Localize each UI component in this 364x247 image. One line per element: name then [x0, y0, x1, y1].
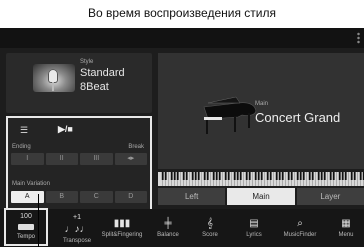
callout-line: [38, 194, 39, 247]
variation-buttons: A B C D: [11, 191, 147, 203]
style-control-panel: ☰ ▶/■ Ending Break I II III ◂▸ Main Vari…: [6, 116, 152, 212]
tab-left[interactable]: Left: [158, 188, 226, 205]
lyrics-label: Lyrics: [246, 232, 262, 238]
caption: Во время воспроизведения стиля: [88, 6, 276, 20]
tempo-label: Tempo: [16, 234, 35, 240]
musicfinder-item[interactable]: ⌕ MusicFinder: [276, 209, 324, 247]
style-image: [33, 64, 75, 92]
balance-icon: ╪: [164, 218, 172, 229]
balance-label: Balance: [157, 232, 179, 238]
ending-button-2[interactable]: II: [45, 153, 78, 165]
style-category: 8Beat: [80, 81, 109, 93]
style-panel[interactable]: Style Standard 8Beat: [6, 53, 152, 113]
bottom-bar: +1 ♩♪♩ Transpose ▮▮▮ Split&Fingering ╪ B…: [0, 209, 364, 247]
lyrics-icon: ▤: [249, 218, 259, 229]
more-icon[interactable]: [357, 32, 360, 44]
voice-panel[interactable]: Main Concert Grand: [158, 53, 364, 169]
variation-button-d[interactable]: D: [114, 191, 147, 203]
variation-button-c[interactable]: C: [80, 191, 113, 203]
voice-name: Concert Grand: [255, 110, 341, 125]
transpose-item[interactable]: +1 ♩♪♩ Transpose: [56, 209, 98, 247]
tab-layer[interactable]: Layer: [296, 188, 364, 205]
musicfinder-icon: ⌕: [297, 218, 303, 229]
ending-buttons: I II III ◂▸: [11, 153, 147, 165]
ending-button-1[interactable]: I: [11, 153, 44, 165]
menu-label: Menu: [338, 232, 354, 238]
lyrics-item[interactable]: ▤ Lyrics: [236, 209, 272, 247]
tab-main[interactable]: Main: [227, 188, 295, 205]
balance-item[interactable]: ╪ Balance: [148, 209, 188, 247]
instrument-screen: Style Standard 8Beat ☰ ▶/■ Ending Break …: [0, 28, 364, 247]
split-icon: ▮▮▮: [113, 218, 131, 229]
split-item[interactable]: ▮▮▮ Split&Fingering: [100, 209, 144, 247]
style-menu-icon[interactable]: ☰: [20, 125, 28, 136]
part-tabs: Left Main Layer: [158, 188, 364, 205]
top-bar: [0, 28, 364, 48]
voice-tag: Main: [255, 101, 269, 107]
break-label: Break: [128, 144, 144, 150]
style-name: Standard: [80, 67, 125, 79]
play-stop-icon[interactable]: ▶/■: [58, 124, 73, 135]
style-tag: Style: [80, 59, 94, 65]
grand-piano-icon: [203, 96, 257, 134]
ending-label: Ending: [12, 144, 31, 150]
tempo-item[interactable]: 100 Tempo: [4, 208, 48, 246]
main-variation-label: Main Variation: [12, 181, 50, 187]
score-label: Score: [202, 232, 218, 238]
keyboard-range-strip: [158, 172, 364, 186]
menu-icon: ▦: [341, 218, 351, 229]
variation-button-b[interactable]: B: [45, 191, 78, 203]
ending-button-3[interactable]: III: [80, 153, 113, 165]
microphone-icon: [48, 69, 58, 83]
musicfinder-label: MusicFinder: [283, 232, 317, 238]
split-label: Split&Fingering: [101, 232, 143, 238]
transpose-label: Transpose: [62, 238, 92, 244]
transpose-value: +1: [73, 214, 81, 221]
transpose-icon: ♩♪♩: [64, 224, 90, 235]
tempo-value: 100: [20, 213, 32, 220]
menu-item[interactable]: ▦ Menu: [330, 209, 362, 247]
score-icon: 𝄞: [207, 218, 213, 229]
break-button[interactable]: ◂▸: [114, 153, 147, 165]
tempo-icon: [18, 224, 34, 230]
score-item[interactable]: 𝄞 Score: [190, 209, 230, 247]
